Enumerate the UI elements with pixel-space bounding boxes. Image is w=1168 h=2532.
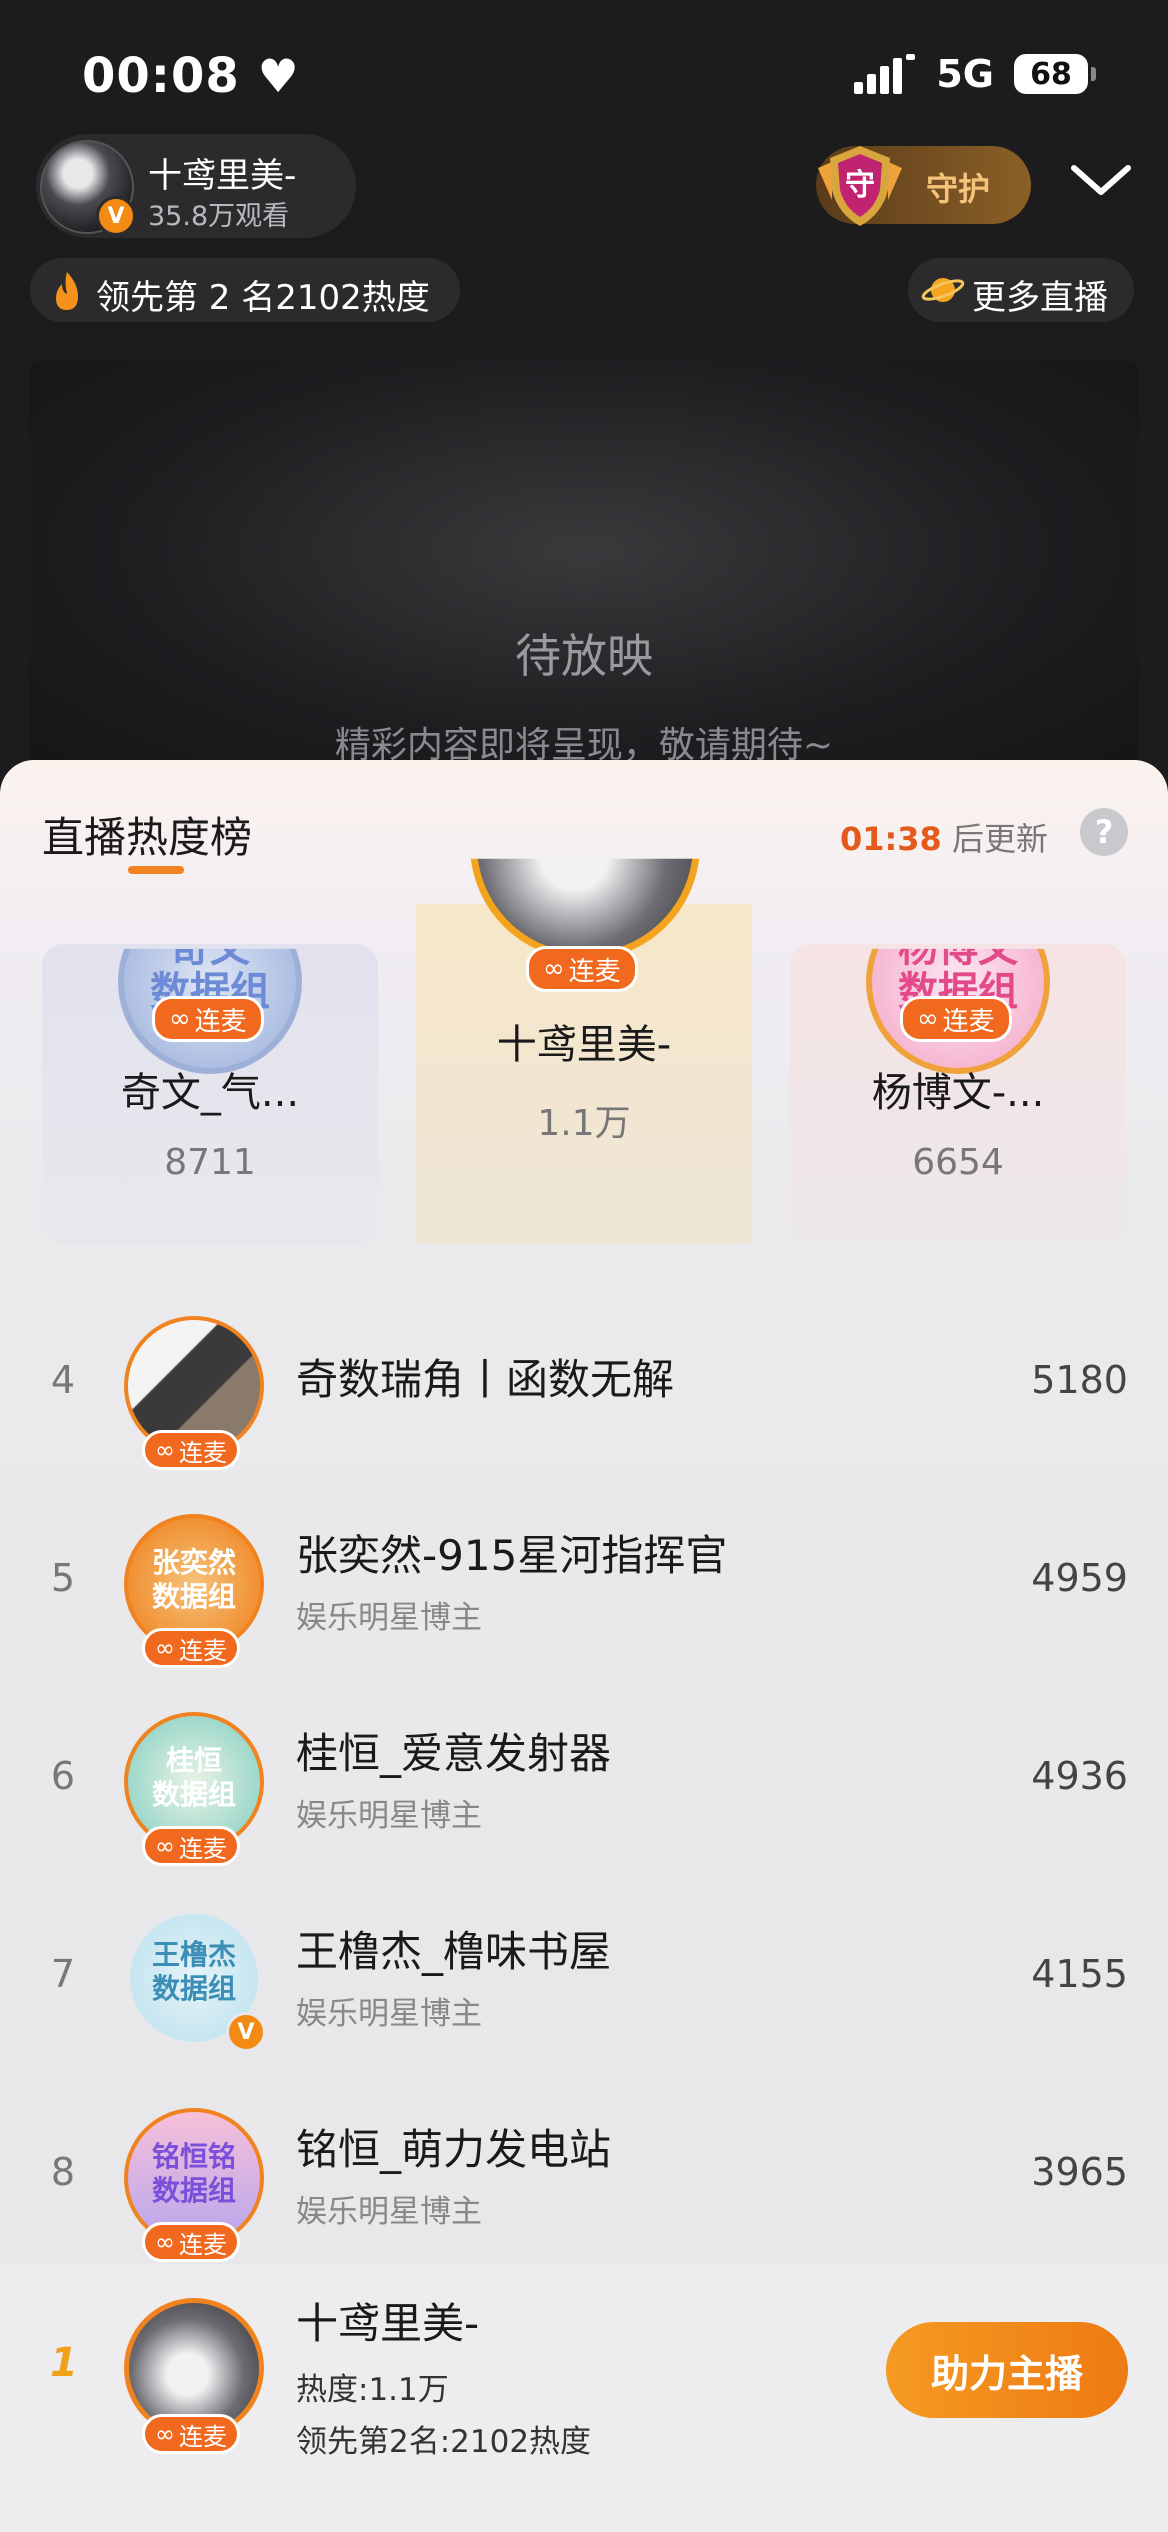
- countdown-suffix: 后更新: [951, 820, 1048, 858]
- status-time-text: 00:08: [82, 48, 240, 104]
- lead-rank-text: 领先第 2 名2102热度: [96, 278, 430, 318]
- host-views: 35.8万观看: [148, 201, 290, 232]
- row-rank: 8: [50, 2150, 76, 2194]
- signal-icon: [854, 54, 916, 94]
- row-subtitle: 娱乐明星博主: [296, 2194, 482, 2230]
- row-score: 5180: [1031, 1358, 1128, 1402]
- link-icon: ∞: [155, 1832, 175, 1860]
- row-rank: 5: [50, 1556, 76, 1600]
- row-name: 桂恒_爱意发射器: [296, 1729, 612, 1778]
- row-score: 4936: [1031, 1754, 1128, 1798]
- planet-icon: [921, 278, 965, 302]
- list-item[interactable]: 7 王橹杰 数据组 V 王橹杰_橹味书屋 娱乐明星博主 4155: [0, 1884, 1168, 2074]
- row-avatar-text: 桂恒 数据组: [151, 1744, 236, 1811]
- status-indicators: 5G 68: [854, 52, 1096, 96]
- list-item[interactable]: 5 张奕然 数据组 ∞ 连麦 张奕然-915星河指挥官 娱乐明星博主 4959: [0, 1488, 1168, 1678]
- battery-icon: 68: [1014, 54, 1096, 94]
- chevron-down-icon[interactable]: [1068, 160, 1134, 200]
- link-icon: ∞: [155, 2420, 175, 2448]
- lianmai-label: 连麦: [194, 1006, 247, 1037]
- lianmai-badge: ∞ 连麦: [142, 1430, 240, 1470]
- lianmai-label: 连麦: [568, 956, 621, 987]
- my-rank: 1: [50, 2340, 78, 2386]
- podium-name-rank-1: 十鸢里美-: [496, 1022, 672, 1068]
- verified-icon: V: [226, 2012, 266, 2052]
- ranking-sheet: 直播热度榜 01:38 后更新 ? 奇文 数据组 ∞ 连麦 奇文_气... 871…: [0, 760, 1168, 2532]
- countdown-time: 01:38: [839, 820, 942, 858]
- my-lead: 领先第2名:2102热度: [296, 2424, 592, 2460]
- heart-icon: ♥: [257, 49, 300, 103]
- podium-avatar-rank-3[interactable]: 杨博文 数据组: [866, 948, 1050, 1074]
- list-item[interactable]: 6 桂恒 数据组 ∞ 连麦 桂恒_爱意发射器 娱乐明星博主 4936: [0, 1686, 1168, 1876]
- row-subtitle: 娱乐明星博主: [296, 1798, 482, 1834]
- host-name: 十鸢里美-: [148, 156, 297, 196]
- lianmai-label: 连麦: [179, 1834, 227, 1863]
- my-heat: 热度:1.1万: [296, 2372, 449, 2408]
- link-icon: ∞: [155, 2228, 175, 2256]
- row-name: 张奕然-915星河指挥官: [296, 1531, 728, 1580]
- guard-shield-label: 守: [845, 168, 875, 203]
- network-label: 5G: [936, 52, 994, 96]
- row-rank: 4: [50, 1358, 76, 1402]
- update-countdown: 01:38 后更新: [840, 814, 1048, 860]
- lianmai-label: 连麦: [179, 2422, 227, 2451]
- row-rank: 7: [50, 1952, 76, 1996]
- link-icon: ∞: [543, 954, 565, 984]
- status-time: 00:08 ♥: [82, 48, 300, 104]
- podium-score-rank-2: 8711: [164, 1142, 256, 1183]
- row-avatar-text: 铭恒铭 数据组: [151, 2140, 236, 2207]
- lianmai-label: 连麦: [179, 1438, 227, 1467]
- row-avatar-text: 张奕然 数据组: [151, 1546, 236, 1613]
- lianmai-label: 连麦: [942, 1006, 995, 1037]
- more-live-label: 更多直播: [972, 278, 1108, 318]
- verified-icon: V: [96, 196, 136, 236]
- lianmai-label: 连麦: [179, 1636, 227, 1665]
- ranking-title-underline: [128, 866, 184, 874]
- podium-score-rank-3: 6654: [912, 1142, 1004, 1183]
- row-subtitle: 娱乐明星博主: [296, 1600, 482, 1636]
- lianmai-badge: ∞ 连麦: [152, 996, 264, 1042]
- lianmai-badge: ∞ 连麦: [142, 1628, 240, 1668]
- lianmai-badge: ∞ 连麦: [526, 946, 638, 992]
- lianmai-badge: ∞ 连麦: [142, 1826, 240, 1866]
- row-name: 铭恒_萌力发电站: [296, 2125, 612, 2174]
- my-name: 十鸢里美-: [296, 2299, 480, 2348]
- flame-icon: [56, 272, 78, 310]
- lianmai-badge: ∞ 连麦: [142, 2222, 240, 2262]
- podium-name-rank-3: 杨博文-...: [871, 1070, 1045, 1116]
- row-score: 4155: [1031, 1952, 1128, 1996]
- lianmai-label: 连麦: [179, 2230, 227, 2259]
- row-name: 奇数瑞角丨函数无解: [296, 1355, 675, 1404]
- podium-score-rank-1: 1.1万: [537, 1103, 631, 1144]
- row-score: 3965: [1031, 2150, 1128, 2194]
- battery-level: 68: [1030, 56, 1072, 92]
- ranking-title: 直播热度榜: [42, 813, 253, 862]
- row-avatar-text: 王橹杰 数据组: [151, 1938, 236, 2005]
- row-score: 4959: [1031, 1556, 1128, 1600]
- link-icon: ∞: [917, 1004, 939, 1034]
- lianmai-badge: ∞ 连麦: [142, 2414, 240, 2454]
- video-placeholder-title: 待放映: [515, 629, 653, 683]
- link-icon: ∞: [155, 1436, 175, 1464]
- podium-name-rank-2: 奇文_气...: [120, 1070, 300, 1116]
- help-icon[interactable]: ?: [1080, 808, 1128, 856]
- list-item[interactable]: 8 铭恒铭 数据组 ∞ 连麦 铭恒_萌力发电站 娱乐明星博主 3965: [0, 2082, 1168, 2262]
- podium-avatar-rank-2[interactable]: 奇文 数据组: [118, 948, 302, 1074]
- list-item[interactable]: 4 ∞ 连麦 奇数瑞角丨函数无解 5180: [0, 1290, 1168, 1480]
- row-subtitle: 娱乐明星博主: [296, 1996, 482, 2032]
- row-name: 王橹杰_橹味书屋: [296, 1927, 612, 1976]
- lianmai-badge: ∞ 连麦: [900, 996, 1012, 1042]
- assist-streamer-button[interactable]: 助力主播: [886, 2322, 1128, 2418]
- row-rank: 6: [50, 1754, 76, 1798]
- link-icon: ∞: [169, 1004, 191, 1034]
- guard-label: 守护: [926, 170, 991, 208]
- link-icon: ∞: [155, 1634, 175, 1662]
